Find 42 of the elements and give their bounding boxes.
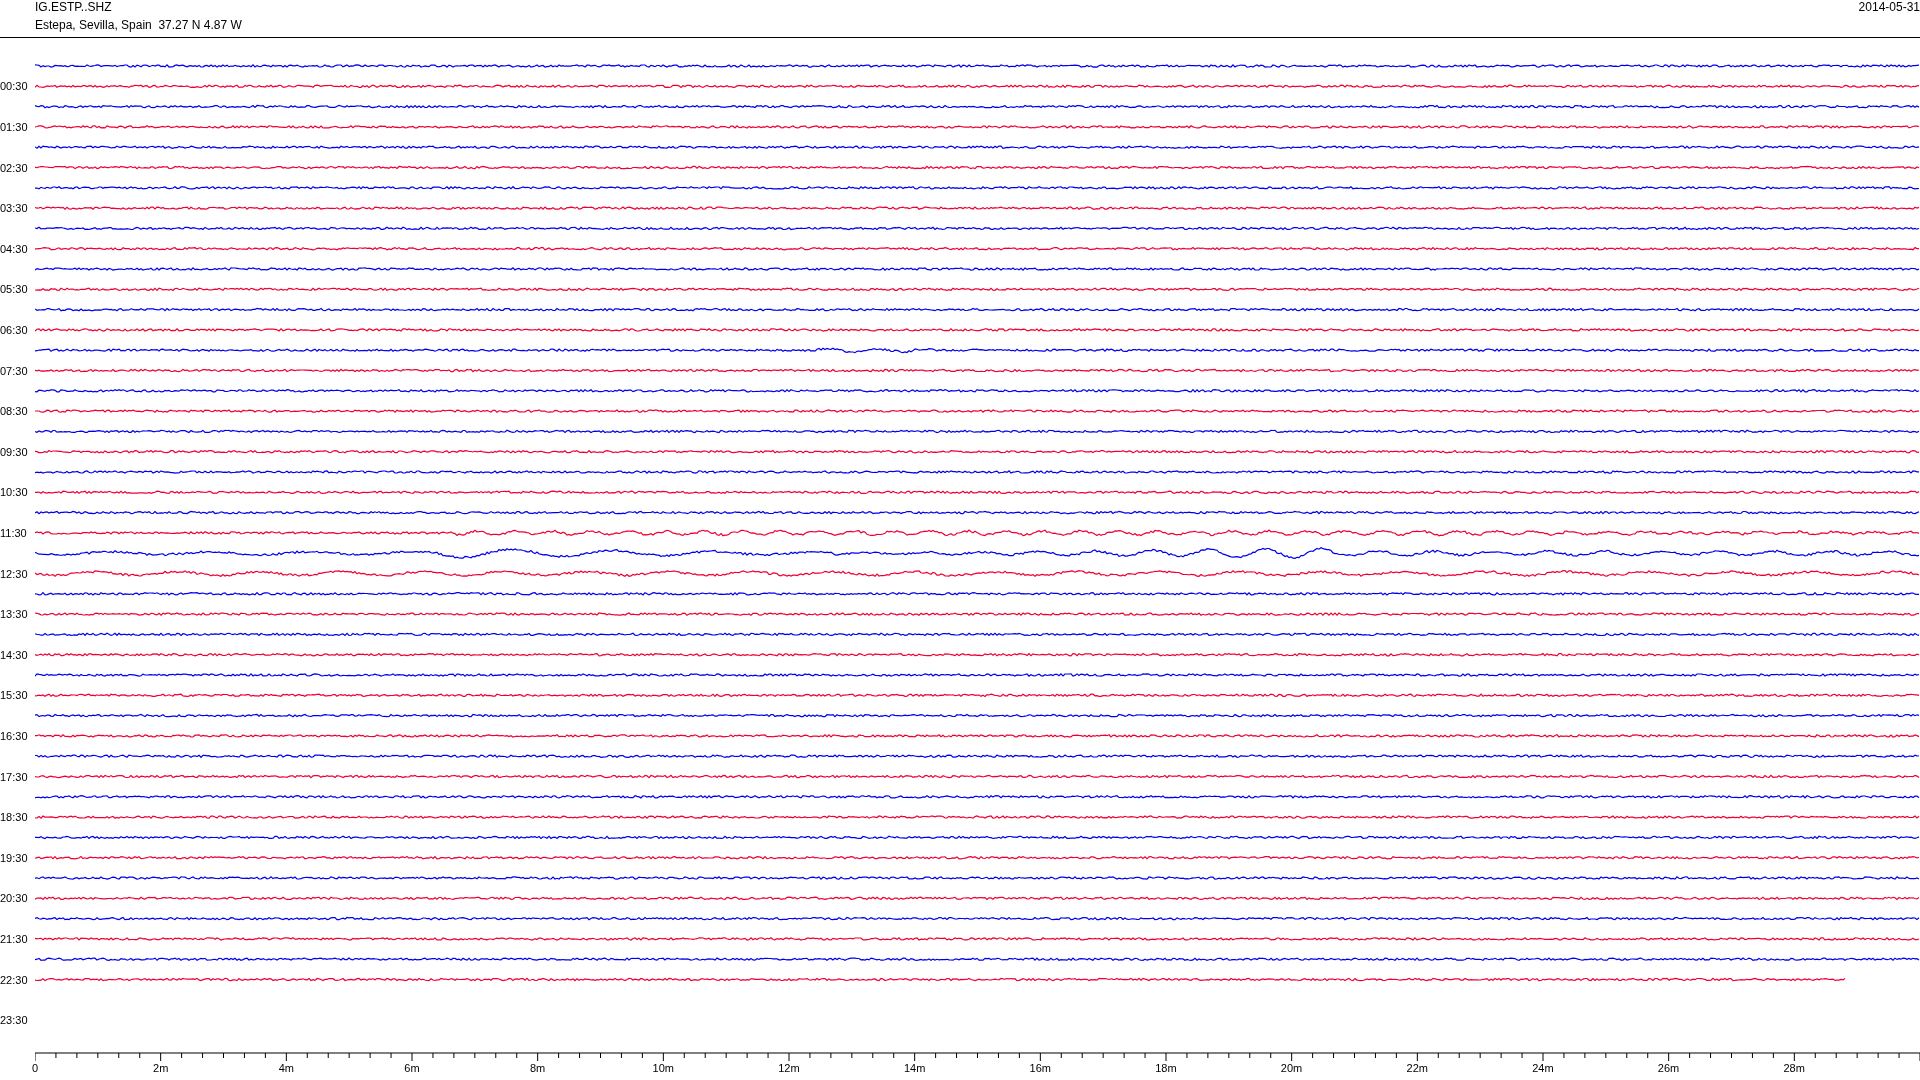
hour-label: 01:30 (0, 121, 28, 134)
axis-label: 16m (1029, 1062, 1051, 1075)
hour-label: 07:30 (0, 364, 28, 377)
axis-label: 26m (1657, 1062, 1680, 1075)
hour-label: 00:30 (0, 80, 28, 93)
hour-label: 18:30 (0, 811, 28, 824)
plot-date: 2014-05-31 (1858, 0, 1920, 16)
hour-label: 12:30 (0, 567, 28, 580)
axis-label: 10m (652, 1062, 674, 1075)
hour-label: 14:30 (0, 648, 28, 661)
station-code: IG.ESTP..SHZ (35, 1, 113, 14)
axis-label: 4m (278, 1062, 294, 1075)
station-location: Estepa, Sevilla, Spain 37.27 N 4.87 W (35, 19, 242, 32)
hour-label: 20:30 (0, 892, 28, 905)
axis-label: 20m (1280, 1062, 1303, 1075)
hour-label: 23:30 (0, 1014, 28, 1027)
axis-label: 6m (404, 1062, 420, 1075)
axis-label: 14m (903, 1062, 926, 1075)
hour-label: 10:30 (0, 486, 28, 499)
hour-label: 08:30 (0, 405, 28, 418)
axis-label: 28m (1783, 1062, 1805, 1075)
hour-label: 09:30 (0, 445, 28, 458)
axis-label: 24m (1532, 1062, 1554, 1075)
hour-label: 05:30 (0, 283, 28, 296)
hour-label: 17:30 (0, 770, 28, 783)
axis-label: 2m (153, 1062, 169, 1075)
hour-label: 13:30 (0, 608, 28, 621)
hour-label: 21:30 (0, 932, 28, 945)
hour-label: 22:30 (0, 973, 28, 986)
hour-label: 19:30 (0, 851, 28, 864)
hour-label: 03:30 (0, 202, 28, 215)
axis-label: 0 (31, 1062, 39, 1075)
hour-label: 06:30 (0, 324, 28, 336)
axis-label: 18m (1155, 1062, 1177, 1075)
axis-label: 22m (1406, 1062, 1428, 1075)
axis-label: 8m (530, 1062, 546, 1075)
hour-label: 02:30 (0, 161, 28, 174)
hour-label: 04:30 (0, 242, 28, 255)
axis-label: 12m (778, 1062, 800, 1075)
hour-label: 11:30 (0, 526, 27, 539)
hour-label: 16:30 (0, 729, 28, 742)
hour-label: 15:30 (0, 689, 28, 702)
